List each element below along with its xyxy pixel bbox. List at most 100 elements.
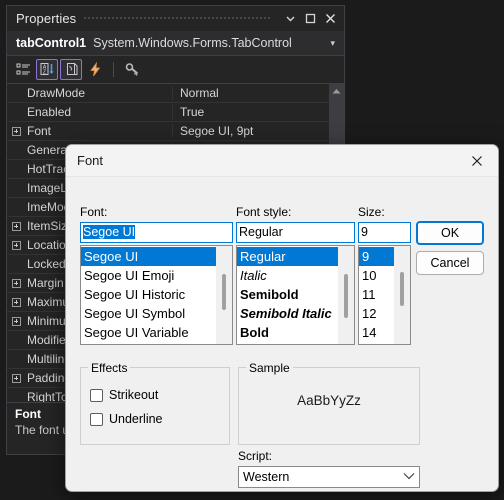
alphabetical-sort-icon[interactable]: A Z [36, 59, 58, 80]
strikeout-checkbox[interactable]: Strikeout [90, 388, 158, 402]
font-dialog: Font Font: Segoe UI Segoe UI Segoe UI Emo… [65, 144, 499, 492]
list-item[interactable]: Segoe UI Variable [81, 323, 216, 342]
property-value[interactable]: True [173, 105, 329, 119]
font-field-label: Font: [80, 205, 108, 219]
effects-group-label: Effects [88, 361, 131, 375]
font-style-scrollbar-thumb[interactable] [344, 274, 348, 318]
script-value: Western [243, 470, 290, 484]
table-row[interactable]: Font Segoe UI, 9pt [7, 122, 329, 141]
properties-toolbar: A Z [7, 56, 344, 84]
checkbox-box [90, 388, 103, 402]
expand-icon[interactable] [7, 373, 25, 383]
properties-titlebar: Properties [7, 6, 344, 31]
plus-box-icon [11, 297, 21, 307]
font-style-label: Font style: [236, 205, 292, 219]
font-size-input[interactable]: 9 [358, 222, 411, 243]
effects-group [80, 367, 230, 445]
font-family-list-items: Segoe UI Segoe UI Emoji Segoe UI Historic S… [81, 246, 216, 344]
wrench-icon[interactable] [121, 59, 143, 80]
list-item[interactable]: Segoe UI Emoji [81, 266, 216, 285]
chevron-down-icon[interactable] [403, 472, 415, 483]
list-item[interactable]: 11 [359, 285, 394, 304]
list-item[interactable]: Regular [237, 247, 338, 266]
expand-icon[interactable] [7, 297, 25, 307]
list-item[interactable]: 12 [359, 304, 394, 323]
table-row[interactable]: Enabled True [7, 103, 329, 122]
list-item[interactable]: 9 [359, 247, 394, 266]
plus-box-icon [11, 221, 21, 231]
chevron-down-icon[interactable]: ▾ [325, 38, 340, 48]
strikeout-label: Strikeout [109, 388, 159, 402]
list-item[interactable]: Bold [237, 323, 338, 342]
font-family-list-scrollbar[interactable] [216, 246, 232, 344]
expand-icon[interactable] [7, 221, 25, 231]
underline-label: Underline [109, 412, 163, 426]
font-style-list-scrollbar[interactable] [338, 246, 354, 344]
list-item[interactable]: 16 [359, 342, 394, 344]
close-icon[interactable] [456, 146, 498, 176]
sample-text: AaBbYyZz [297, 393, 361, 408]
font-style-list[interactable]: Regular Italic Semibold Semibold Italic Bold [236, 245, 355, 345]
list-item[interactable]: Semibold [237, 285, 338, 304]
plus-box-icon [11, 278, 21, 288]
font-dialog-titlebar: Font [66, 145, 498, 177]
plus-box-icon [11, 373, 21, 383]
ok-button[interactable]: OK [416, 221, 484, 245]
object-selector[interactable]: tabControl1 System.Windows.Forms.TabCont… [7, 31, 344, 56]
properties-icon[interactable] [60, 59, 82, 80]
plus-box-icon [11, 316, 21, 326]
font-style-input-value: Regular [239, 225, 283, 239]
table-row[interactable]: DrawMode Normal [7, 84, 329, 103]
script-label: Script: [238, 449, 273, 463]
list-item[interactable]: Semibold Italic [237, 304, 338, 323]
property-name: Font [25, 124, 173, 138]
underline-checkbox[interactable]: Underline [90, 412, 163, 426]
font-size-label: Size: [358, 205, 385, 219]
categorized-icon[interactable] [12, 59, 34, 80]
font-style-list-items: Regular Italic Semibold Semibold Italic Bold [237, 246, 338, 344]
expand-icon[interactable] [7, 316, 25, 326]
sample-group-label: Sample [246, 361, 293, 375]
list-item[interactable]: Segoe UI Symbol [81, 304, 216, 323]
checkbox-box [90, 412, 103, 426]
chevron-down-icon[interactable] [280, 9, 300, 29]
font-size-list-items: 9101112141618 [359, 246, 394, 344]
expand-icon[interactable] [7, 278, 25, 288]
list-item[interactable]: Segoe UI Historic [81, 285, 216, 304]
object-type: System.Windows.Forms.TabControl [93, 36, 292, 50]
font-size-list[interactable]: 9101112141618 [358, 245, 411, 345]
maximize-icon[interactable] [300, 9, 320, 29]
expand-icon[interactable] [7, 126, 25, 136]
list-item[interactable]: Segoe UI [81, 247, 216, 266]
font-size-scrollbar-thumb[interactable] [400, 272, 404, 306]
list-item[interactable]: Italic [237, 266, 338, 285]
list-item[interactable]: 10 [359, 266, 394, 285]
list-item[interactable]: 14 [359, 323, 394, 342]
expand-icon[interactable] [7, 240, 25, 250]
font-dialog-title: Font [77, 153, 104, 168]
titlebar-drag-handle[interactable] [84, 6, 272, 31]
properties-title: Properties [16, 11, 77, 26]
scroll-up-icon[interactable] [329, 84, 344, 98]
plus-box-icon [11, 126, 21, 136]
font-style-input[interactable]: Regular [236, 222, 355, 243]
events-icon[interactable] [84, 59, 106, 80]
plus-box-icon [11, 240, 21, 250]
cancel-button[interactable]: Cancel [416, 251, 484, 275]
font-family-scrollbar-thumb[interactable] [222, 274, 226, 310]
property-name: Enabled [25, 105, 173, 119]
font-name-input[interactable]: Segoe UI [80, 222, 233, 243]
font-size-input-value: 9 [361, 225, 368, 239]
font-size-list-scrollbar[interactable] [394, 246, 410, 344]
property-value[interactable]: Segoe UI, 9pt [173, 124, 329, 138]
svg-text:Z: Z [42, 70, 45, 76]
toolbar-separator [113, 62, 114, 77]
close-icon[interactable] [320, 9, 340, 29]
script-select[interactable]: Western [238, 466, 420, 488]
font-dialog-body: Font: Segoe UI Segoe UI Segoe UI Emoji Seg… [66, 177, 498, 491]
property-value[interactable]: Normal [173, 86, 329, 100]
font-family-list[interactable]: Segoe UI Segoe UI Emoji Segoe UI Historic S… [80, 245, 233, 345]
property-name: DrawMode [25, 86, 173, 100]
object-name: tabControl1 [16, 36, 87, 50]
font-name-input-value: Segoe UI [83, 225, 136, 239]
